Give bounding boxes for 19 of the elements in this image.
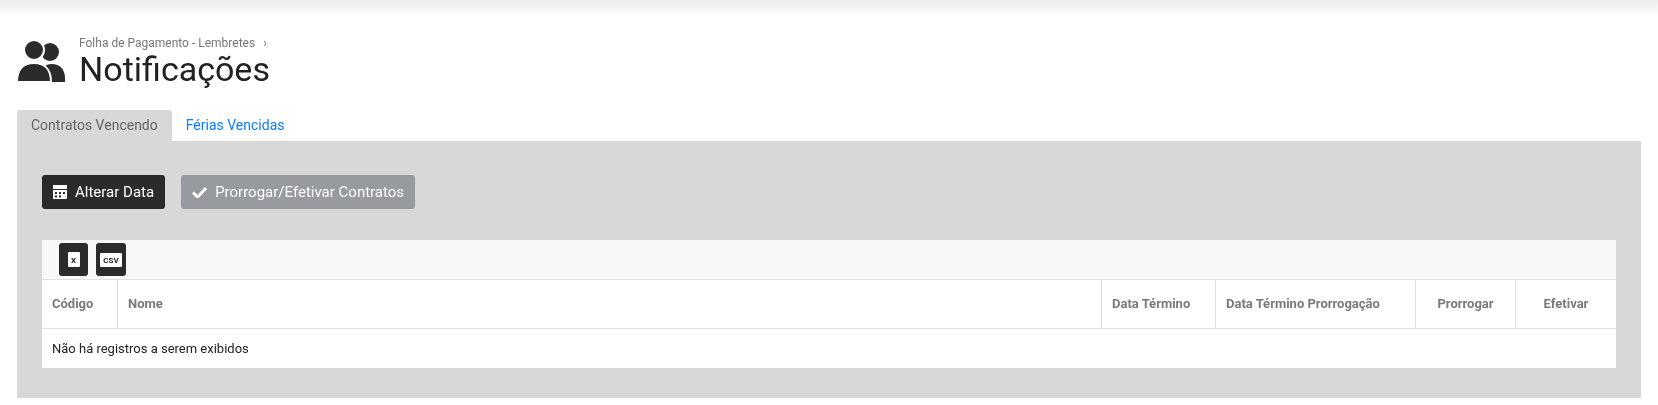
calendar-icon: [53, 185, 67, 199]
excel-file-icon: X: [67, 252, 80, 267]
column-header[interactable]: Código: [42, 280, 117, 328]
column-header[interactable]: Data Término Prorrogação: [1215, 280, 1415, 328]
users-icon: [17, 40, 65, 82]
column-header[interactable]: Prorrogar: [1415, 280, 1515, 328]
csv-file-icon: CSV: [100, 252, 122, 267]
check-icon: [192, 186, 208, 198]
empty-message: Não há registros a serem exibidos: [52, 339, 249, 358]
chevron-icon: ›: [263, 34, 267, 52]
breadcrumb-link[interactable]: Folha de Pagamento - Lembretes: [79, 34, 256, 52]
column-header[interactable]: Data Término: [1101, 280, 1215, 328]
page-title: Notificações: [79, 50, 270, 88]
export-button[interactable]: CSV: [96, 243, 126, 276]
column-header[interactable]: Nome: [117, 280, 1101, 328]
export-button[interactable]: X: [59, 243, 88, 276]
column-header[interactable]: Efetivar: [1515, 280, 1616, 328]
tab[interactable]: Contratos Vencendo: [17, 110, 172, 141]
action-button[interactable]: Alterar Data: [42, 175, 166, 209]
